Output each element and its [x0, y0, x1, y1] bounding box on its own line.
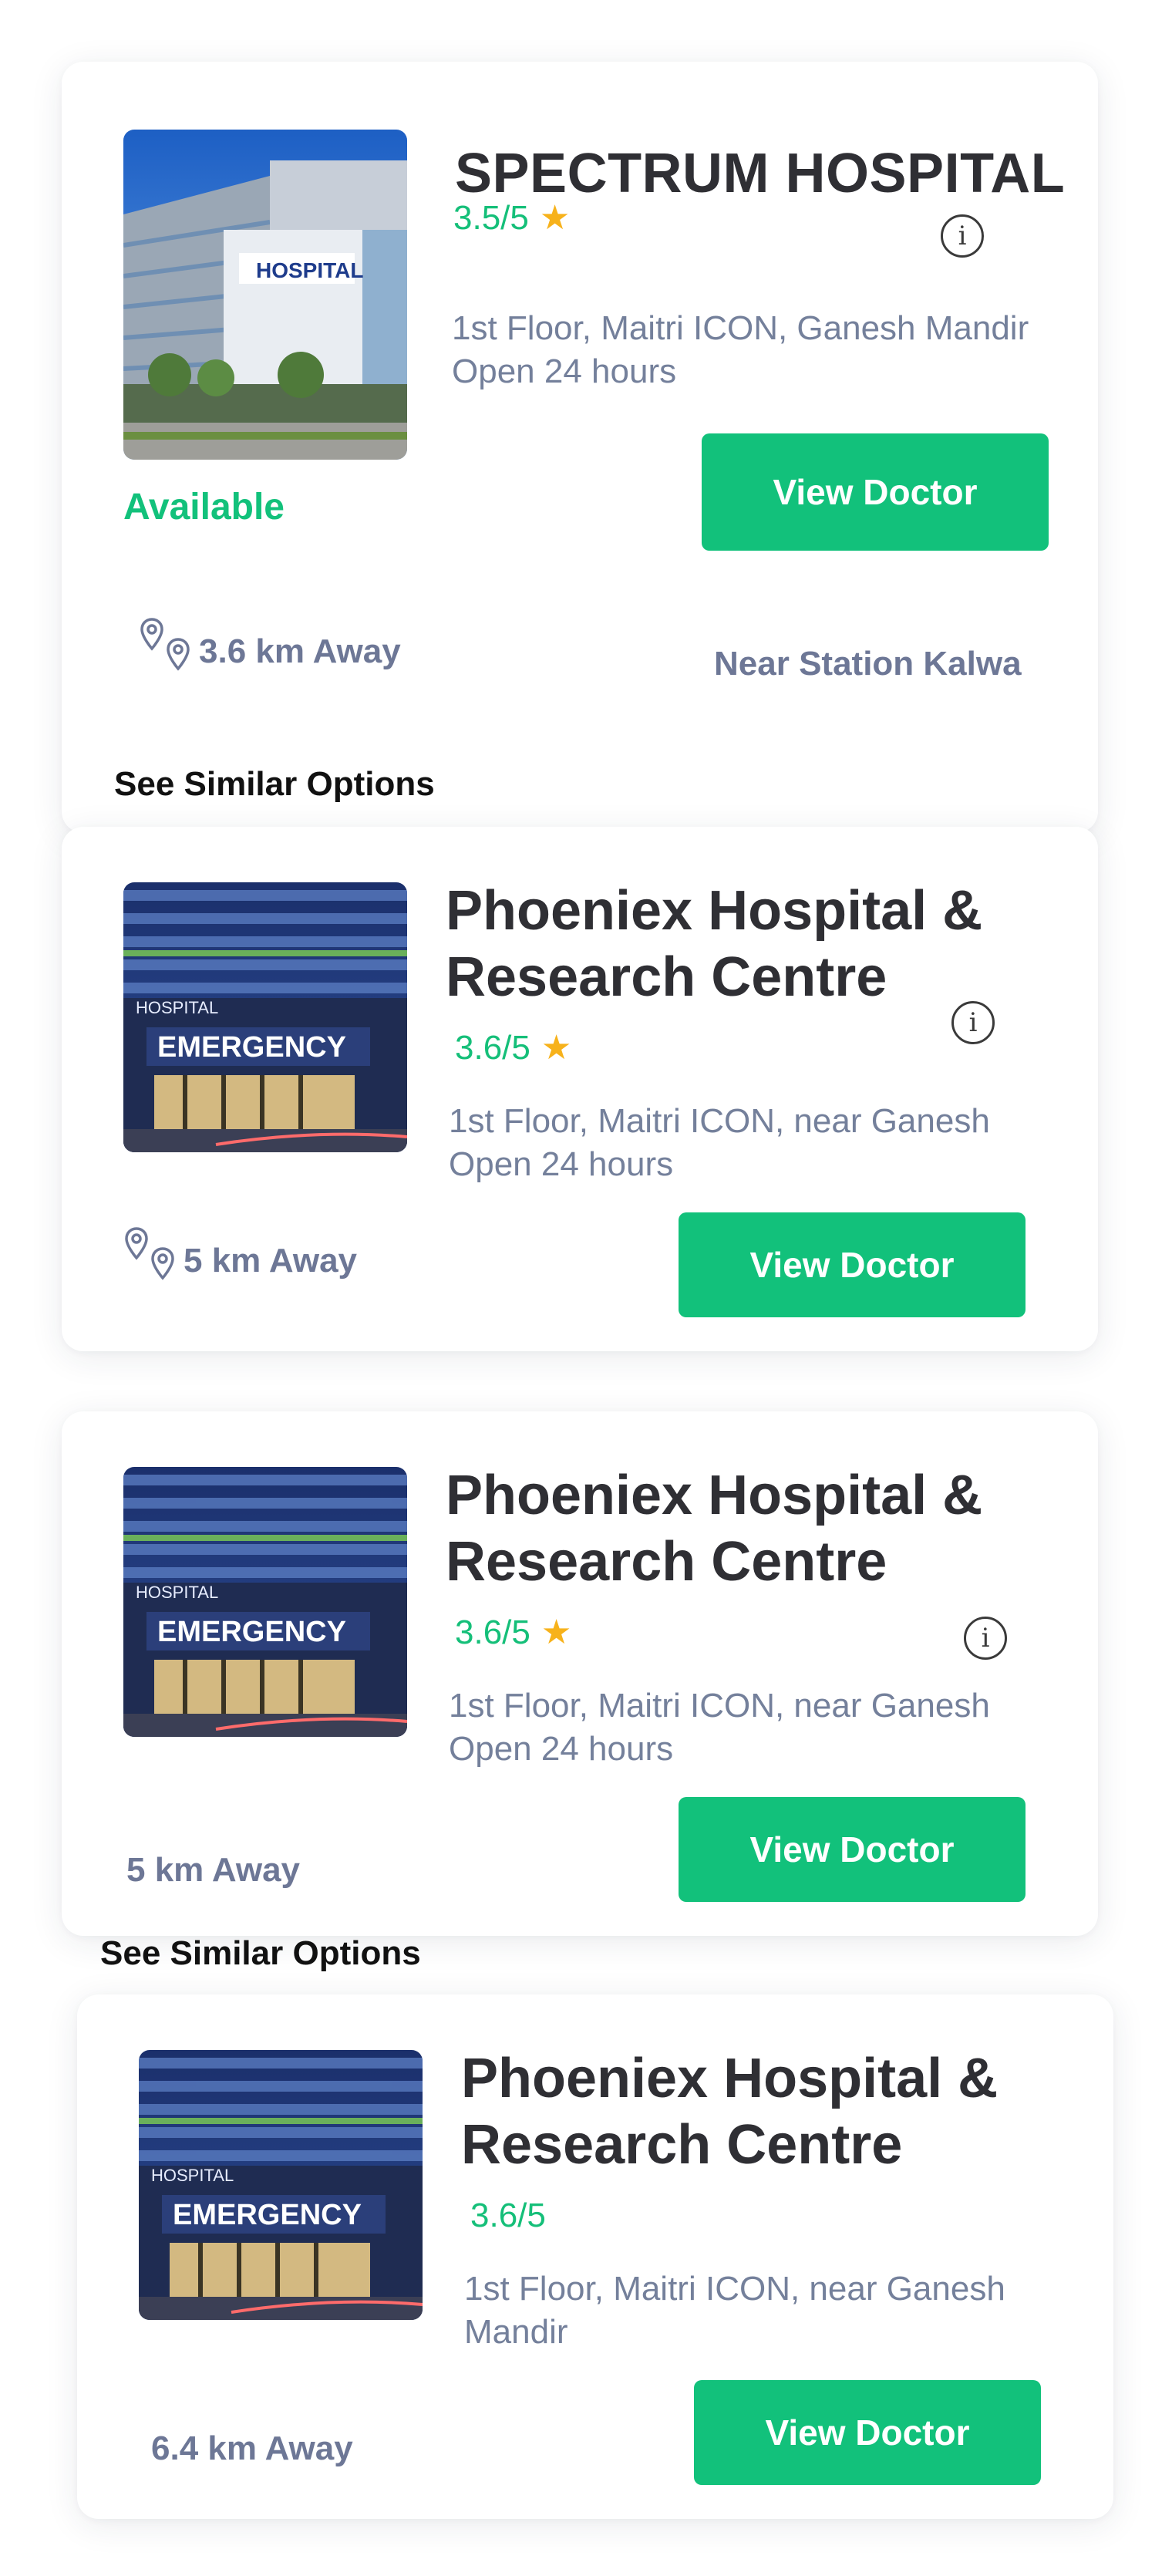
distance-label: 5 km Away: [184, 1242, 358, 1280]
hospital-photo: HOSPITAL: [123, 130, 407, 460]
hospital-card-spectrum[interactable]: HOSPITAL SPECTRUM HOSPITAL 3.5/5 ★ i 1st…: [62, 62, 1098, 833]
hospital-photo: HOSPITAL EMERGENCY: [139, 2050, 423, 2320]
distance: 5 km Away: [126, 1851, 301, 1889]
rating: 3.6/5: [470, 2197, 546, 2235]
emergency-sign: EMERGENCY: [173, 2199, 362, 2231]
emergency-sign: EMERGENCY: [157, 1031, 346, 1064]
address: 1st Floor, Maitri ICON, near Ganesh Open…: [449, 1684, 990, 1771]
hospital-photo-sign: HOSPITAL: [136, 998, 218, 1017]
hospital-name-line: Research Centre: [446, 1531, 887, 1593]
opening-hours: Open 24 hours: [452, 352, 677, 390]
availability-status: Available: [123, 487, 285, 528]
distance: 6.4 km Away: [151, 2429, 353, 2467]
address-line: 1st Floor, Maitri ICON, Ganesh Mandir: [452, 309, 1029, 347]
hospital-name-line: Phoeniex Hospital &: [446, 880, 983, 942]
rating-value: 3.6/5: [470, 2197, 546, 2234]
hospital-name: Phoeniex Hospital & Research Centre: [446, 878, 982, 1011]
opening-hours: Open 24 hours: [449, 1730, 674, 1768]
location-pin-icon: [139, 617, 190, 671]
hospital-name: Phoeniex Hospital & Research Centre: [461, 2045, 998, 2179]
info-icon[interactable]: i: [951, 1001, 995, 1044]
distance: 3.6 km Away: [139, 617, 401, 671]
rating-value: 3.6/5: [455, 1029, 530, 1067]
hospital-name-line: Phoeniex Hospital &: [461, 2048, 999, 2109]
address: 1st Floor, Maitri ICON, near Ganesh Open…: [449, 1100, 990, 1186]
star-icon: ★: [541, 1029, 572, 1067]
hospital-name: Phoeniex Hospital & Research Centre: [446, 1462, 982, 1596]
see-similar-options-link[interactable]: See Similar Options: [100, 1934, 421, 1973]
info-icon[interactable]: i: [941, 214, 984, 258]
view-doctor-button[interactable]: View Doctor: [694, 2380, 1041, 2485]
star-icon: ★: [541, 1613, 572, 1651]
hospital-photo-sign: HOSPITAL: [136, 1583, 218, 1602]
hospital-photo: HOSPITAL EMERGENCY: [123, 882, 407, 1152]
emergency-sign: EMERGENCY: [157, 1616, 346, 1648]
hospital-photo-sign: HOSPITAL: [151, 2166, 234, 2185]
rating: 3.6/5 ★: [455, 1029, 571, 1067]
address-line: Mandir: [464, 2313, 568, 2351]
landmark: Near Station Kalwa: [714, 645, 1022, 683]
rating: 3.6/5 ★: [455, 1613, 571, 1652]
opening-hours: Open 24 hours: [449, 1145, 674, 1183]
hospital-photo-sign: HOSPITAL: [256, 258, 363, 282]
rating-value: 3.6/5: [455, 1613, 530, 1651]
hospital-name-line: Research Centre: [446, 946, 887, 1009]
hospital-card-phoeniex[interactable]: HOSPITAL EMERGENCY Phoeniex Hospital & R…: [62, 827, 1098, 1351]
hospital-name-line: Phoeniex Hospital &: [446, 1465, 983, 1526]
star-icon: ★: [539, 199, 571, 237]
address-line: 1st Floor, Maitri ICON, near Ganesh: [464, 2270, 1005, 2308]
see-similar-options-link[interactable]: See Similar Options: [114, 765, 435, 804]
view-doctor-button[interactable]: View Doctor: [679, 1212, 1026, 1317]
address: 1st Floor, Maitri ICON, near Ganesh Mand…: [464, 2267, 1005, 2354]
address-line: 1st Floor, Maitri ICON, near Ganesh: [449, 1102, 990, 1140]
hospital-card-phoeniex[interactable]: HOSPITAL EMERGENCY Phoeniex Hospital & R…: [77, 1994, 1113, 2519]
info-icon[interactable]: i: [964, 1617, 1007, 1660]
hospital-photo: HOSPITAL EMERGENCY: [123, 1467, 407, 1737]
view-doctor-button[interactable]: View Doctor: [679, 1797, 1026, 1902]
distance-label: 3.6 km Away: [199, 632, 401, 670]
address: 1st Floor, Maitri ICON, Ganesh Mandir Op…: [452, 307, 1029, 393]
distance: 5 km Away: [123, 1226, 357, 1280]
hospital-name-line: Research Centre: [461, 2114, 903, 2176]
rating-value: 3.5/5: [453, 199, 529, 237]
hospital-name: SPECTRUM HOSPITAL: [455, 143, 1066, 204]
rating: 3.5/5 ★: [453, 199, 570, 238]
hospital-card-phoeniex[interactable]: HOSPITAL EMERGENCY Phoeniex Hospital & R…: [62, 1411, 1098, 1936]
view-doctor-button[interactable]: View Doctor: [702, 433, 1049, 551]
location-pin-icon: [123, 1226, 174, 1280]
address-line: 1st Floor, Maitri ICON, near Ganesh: [449, 1687, 990, 1725]
